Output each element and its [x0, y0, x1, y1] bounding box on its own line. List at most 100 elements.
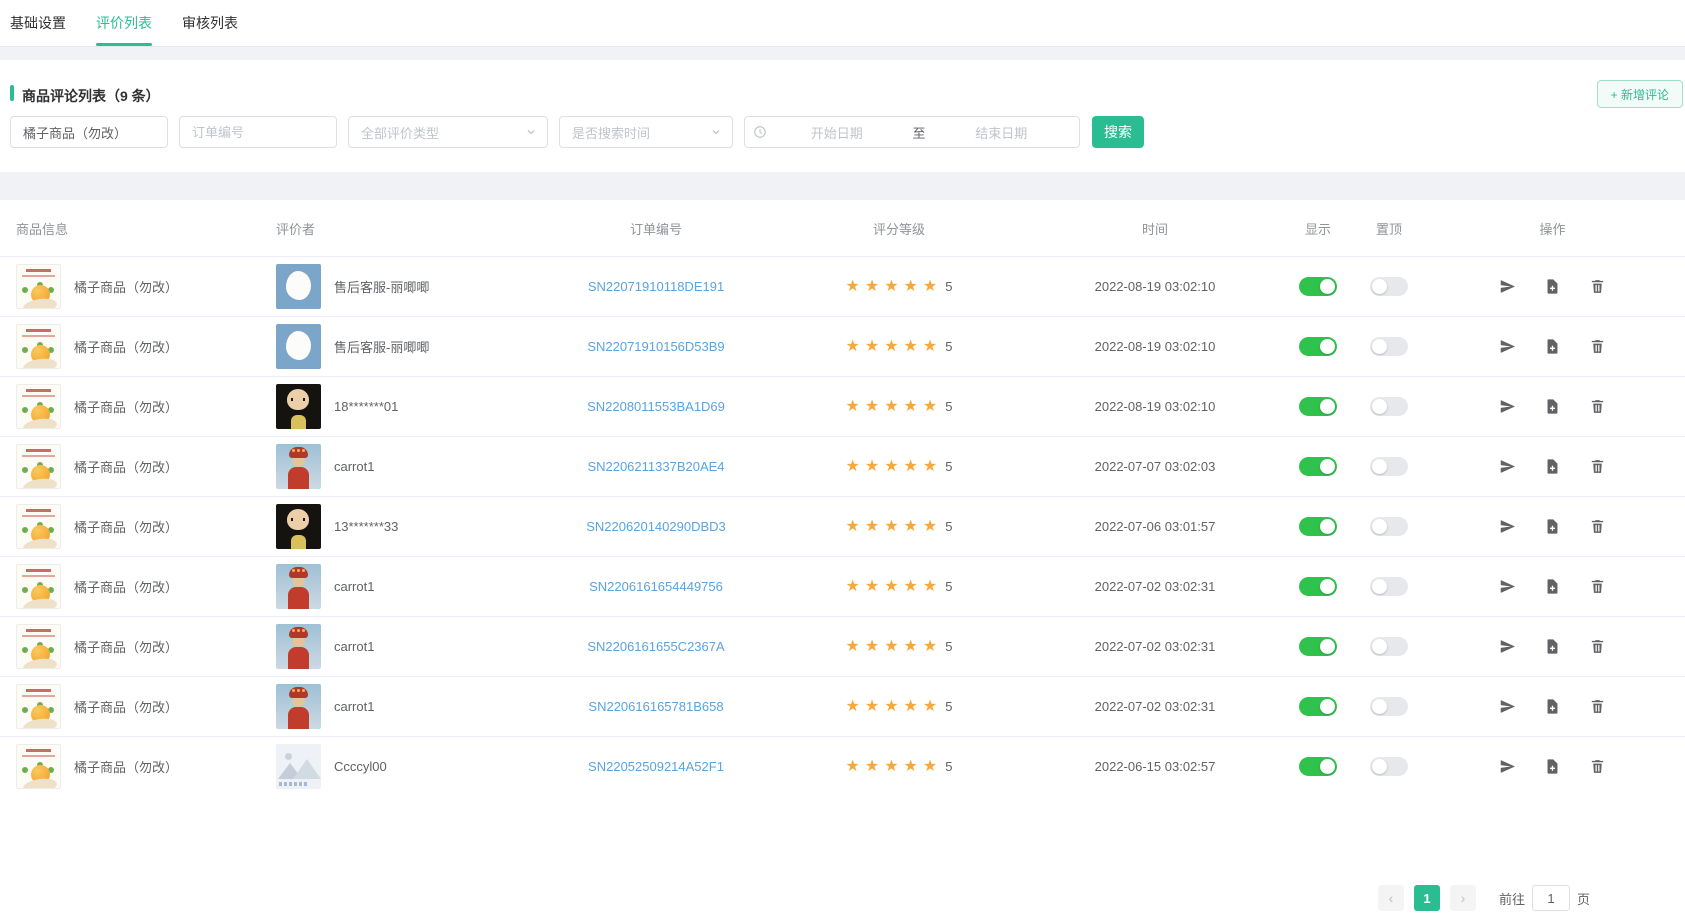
send-icon[interactable]: [1499, 338, 1516, 355]
delete-icon[interactable]: [1589, 278, 1606, 295]
tab-audit-list[interactable]: 审核列表: [182, 0, 238, 46]
top-toggle[interactable]: [1370, 697, 1408, 716]
order-number-link[interactable]: SN220616165781B658: [588, 699, 723, 714]
order-number-link[interactable]: SN2206211337B20AE4: [587, 459, 724, 474]
product-name-input[interactable]: [11, 117, 167, 147]
show-toggle[interactable]: [1299, 397, 1337, 416]
table-header-row: 商品信息 评价者 订单编号 评分等级 时间 显示 置顶 操作: [0, 200, 1685, 256]
send-icon[interactable]: [1499, 458, 1516, 475]
show-toggle[interactable]: [1299, 277, 1337, 296]
top-toggle[interactable]: [1370, 637, 1408, 656]
show-toggle[interactable]: [1299, 757, 1337, 776]
delete-icon[interactable]: [1589, 458, 1606, 475]
star-rating: ★★★★★: [846, 399, 943, 415]
file-add-icon[interactable]: [1544, 518, 1561, 535]
reviewer-avatar: [276, 564, 321, 609]
time-search-select[interactable]: 是否搜索时间: [559, 116, 733, 148]
chevron-down-icon: [710, 126, 722, 138]
send-icon[interactable]: [1499, 398, 1516, 415]
product-name: 橘子商品（勿改）: [74, 637, 178, 656]
order-no-input[interactable]: [180, 117, 336, 147]
top-toggle[interactable]: [1370, 397, 1408, 416]
review-type-select[interactable]: 全部评价类型: [348, 116, 548, 148]
show-toggle[interactable]: [1299, 457, 1337, 476]
date-range-picker[interactable]: 开始日期 至 结束日期: [744, 116, 1080, 148]
top-toggle[interactable]: [1370, 517, 1408, 536]
send-icon[interactable]: [1499, 578, 1516, 595]
show-toggle[interactable]: [1299, 517, 1337, 536]
delete-icon[interactable]: [1589, 518, 1606, 535]
review-time: 2022-07-07 03:02:03: [1032, 459, 1278, 474]
file-add-icon[interactable]: [1544, 578, 1561, 595]
rating-value: 5: [945, 399, 952, 414]
order-number-link[interactable]: SN220620140290DBD3: [586, 519, 726, 534]
goto-page-input[interactable]: [1532, 885, 1570, 911]
date-start-placeholder[interactable]: 开始日期: [767, 123, 907, 142]
file-add-icon[interactable]: [1544, 638, 1561, 655]
send-icon[interactable]: [1499, 758, 1516, 775]
col-header-top: 置顶: [1358, 219, 1420, 238]
table-row: 橘子商品（勿改） 售后客服-丽唧唧 SN22071910156D53B9 ★★★…: [0, 316, 1685, 376]
review-time: 2022-07-02 03:02:31: [1032, 579, 1278, 594]
delete-icon[interactable]: [1589, 338, 1606, 355]
order-number-link[interactable]: SN2206161654449756: [589, 579, 723, 594]
table-row: 橘子商品（勿改） carrot1 SN220616165781B658 ★★★★…: [0, 676, 1685, 736]
send-icon[interactable]: [1499, 518, 1516, 535]
order-number-link[interactable]: SN2206161655C2367A: [587, 639, 724, 654]
product-name: 橘子商品（勿改）: [74, 517, 178, 536]
table-body: 橘子商品（勿改） 售后客服-丽唧唧 SN22071910118DE191 ★★★…: [0, 256, 1685, 796]
send-icon[interactable]: [1499, 698, 1516, 715]
send-icon[interactable]: [1499, 278, 1516, 295]
file-add-icon[interactable]: [1544, 758, 1561, 775]
add-review-button[interactable]: + 新增评论: [1597, 80, 1683, 108]
tab-basic-settings[interactable]: 基础设置: [10, 0, 66, 46]
order-number-link[interactable]: SN22071910156D53B9: [587, 339, 724, 354]
tab-review-list[interactable]: 评价列表: [96, 0, 152, 46]
rating-value: 5: [945, 699, 952, 714]
delete-icon[interactable]: [1589, 758, 1606, 775]
reviewer-name: carrot1: [334, 459, 374, 474]
review-time: 2022-08-19 03:02:10: [1032, 399, 1278, 414]
rating-value: 5: [945, 639, 952, 654]
panel-title: 商品评论列表（9 条）: [22, 88, 160, 104]
send-icon[interactable]: [1499, 638, 1516, 655]
review-time: 2022-08-19 03:02:10: [1032, 279, 1278, 294]
file-add-icon[interactable]: [1544, 458, 1561, 475]
reviewer-avatar: [276, 684, 321, 729]
product-name-input-wrap: [10, 116, 168, 148]
reviewer-avatar: [276, 744, 321, 789]
next-page-button[interactable]: ›: [1450, 885, 1476, 911]
show-toggle[interactable]: [1299, 697, 1337, 716]
file-add-icon[interactable]: [1544, 278, 1561, 295]
file-add-icon[interactable]: [1544, 338, 1561, 355]
show-toggle[interactable]: [1299, 577, 1337, 596]
delete-icon[interactable]: [1589, 698, 1606, 715]
top-toggle[interactable]: [1370, 457, 1408, 476]
star-rating: ★★★★★: [846, 519, 943, 535]
show-toggle[interactable]: [1299, 337, 1337, 356]
clock-icon: [753, 125, 767, 139]
delete-icon[interactable]: [1589, 398, 1606, 415]
top-toggle[interactable]: [1370, 337, 1408, 356]
review-time: 2022-07-02 03:02:31: [1032, 699, 1278, 714]
prev-page-button[interactable]: ‹: [1378, 885, 1404, 911]
rating-value: 5: [945, 279, 952, 294]
product-image: [16, 264, 61, 309]
page-1-button[interactable]: 1: [1414, 885, 1440, 911]
rating-value: 5: [945, 339, 952, 354]
top-toggle[interactable]: [1370, 577, 1408, 596]
order-number-link[interactable]: SN22071910118DE191: [588, 279, 724, 294]
top-toggle[interactable]: [1370, 757, 1408, 776]
date-end-placeholder[interactable]: 结束日期: [932, 123, 1072, 142]
delete-icon[interactable]: [1589, 638, 1606, 655]
file-add-icon[interactable]: [1544, 698, 1561, 715]
delete-icon[interactable]: [1589, 578, 1606, 595]
search-button[interactable]: 搜索: [1092, 116, 1144, 148]
review-time: 2022-07-02 03:02:31: [1032, 639, 1278, 654]
file-add-icon[interactable]: [1544, 398, 1561, 415]
show-toggle[interactable]: [1299, 637, 1337, 656]
order-number-link[interactable]: SN22052509214A52F1: [588, 759, 724, 774]
top-toggle[interactable]: [1370, 277, 1408, 296]
order-number-link[interactable]: SN2208011553BA1D69: [587, 399, 725, 414]
reviewer-avatar: [276, 444, 321, 489]
